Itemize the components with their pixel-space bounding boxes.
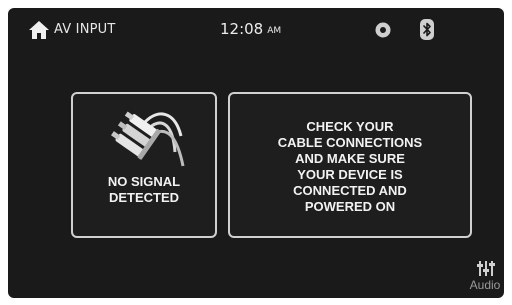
- home-icon[interactable]: [29, 21, 49, 39]
- clock: 12:08 AM: [220, 20, 281, 38]
- sliders-icon: [477, 261, 495, 276]
- no-signal-message: NO SIGNAL DETECTED: [107, 174, 181, 205]
- instructions-message: CHECK YOUR CABLE CONNECTIONS AND MAKE SU…: [277, 119, 423, 214]
- audio-label: Audio: [469, 278, 501, 292]
- clock-time: 12:08: [220, 20, 264, 38]
- status-bar: AV INPUT 12:08 AM: [8, 8, 504, 50]
- instructions-panel: CHECK YOUR CABLE CONNECTIONS AND MAKE SU…: [228, 92, 472, 238]
- disc-icon: [375, 22, 391, 38]
- source-label: AV INPUT: [54, 22, 116, 37]
- audio-button[interactable]: Audio: [468, 260, 502, 296]
- head-unit-screen: AV INPUT 12:08 AM NO SIGNAL DETECTED CHE…: [8, 8, 504, 298]
- bluetooth-icon: [420, 19, 434, 40]
- clock-ampm: AM: [267, 26, 282, 36]
- no-signal-panel: NO SIGNAL DETECTED: [71, 92, 217, 238]
- cable-connector-icon: [111, 111, 185, 167]
